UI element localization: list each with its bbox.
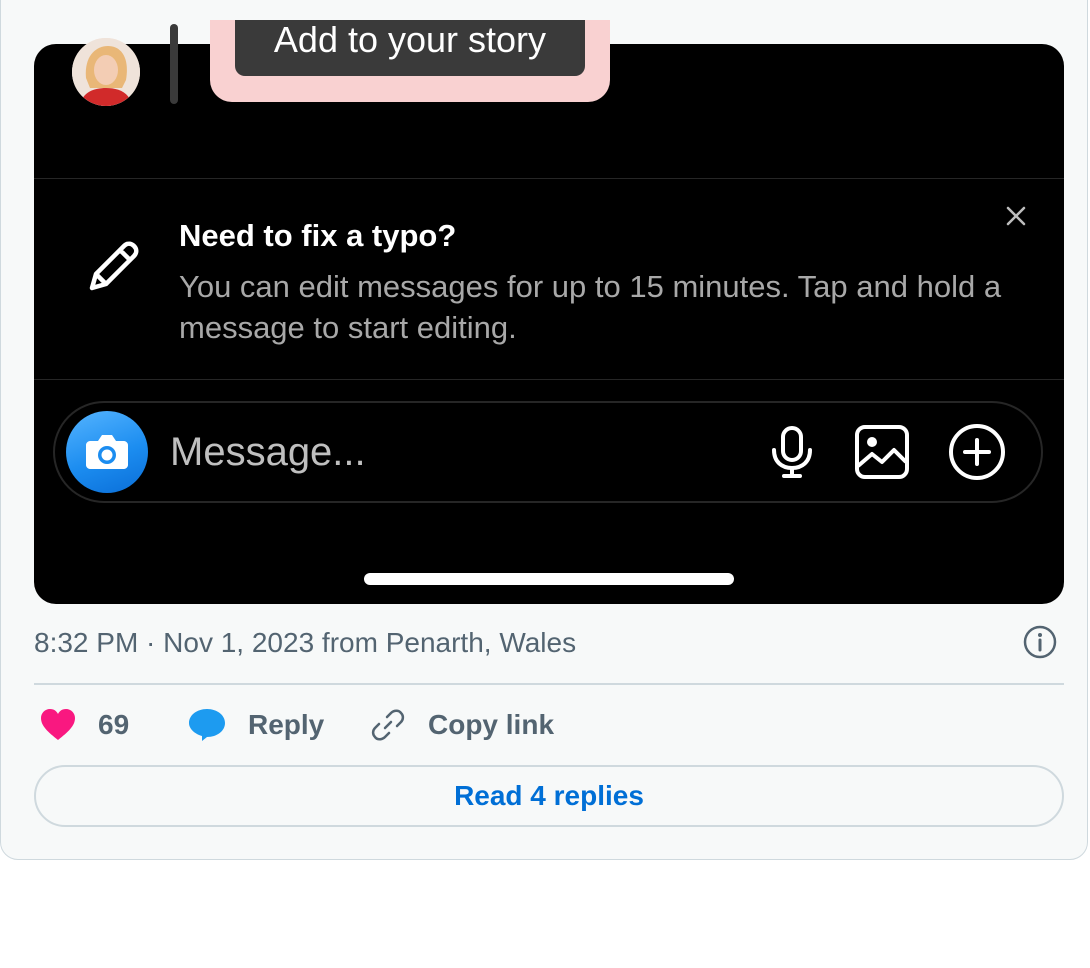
camera-button[interactable] [66, 411, 148, 493]
microphone-icon[interactable] [760, 420, 824, 484]
divider [34, 379, 1064, 380]
avatar [72, 38, 140, 106]
pencil-icon [89, 241, 139, 291]
like-button[interactable]: 69 [40, 703, 129, 747]
copy-link-button[interactable]: Copy link [370, 703, 554, 747]
add-to-story-button[interactable]: Add to your story [235, 20, 585, 76]
like-count: 69 [98, 709, 130, 740]
plus-circle-icon[interactable] [945, 420, 1009, 484]
info-icon[interactable] [1022, 624, 1058, 660]
link-icon [371, 709, 405, 741]
message-input[interactable] [170, 427, 730, 477]
tip-title: Need to fix a typo? [179, 218, 457, 253]
divider [34, 683, 1064, 685]
reply-label: Reply [248, 709, 325, 740]
speech-bubble-icon [189, 709, 225, 741]
reply-quote-bar [170, 24, 178, 104]
post-timestamp: 8:32 PM · Nov 1, 2023 from Penarth, Wale… [34, 627, 577, 658]
image-icon[interactable] [850, 420, 914, 484]
tip-body: You can edit messages for up to 15 minut… [179, 269, 1002, 345]
divider [34, 178, 1064, 179]
heart-icon [41, 709, 75, 740]
copy-link-label: Copy link [428, 709, 555, 740]
close-icon[interactable] [1000, 200, 1032, 232]
home-indicator [364, 573, 734, 585]
read-replies-button[interactable]: Read 4 replies [34, 765, 1064, 827]
camera-icon [86, 435, 128, 469]
reply-button[interactable]: Reply [188, 703, 324, 747]
